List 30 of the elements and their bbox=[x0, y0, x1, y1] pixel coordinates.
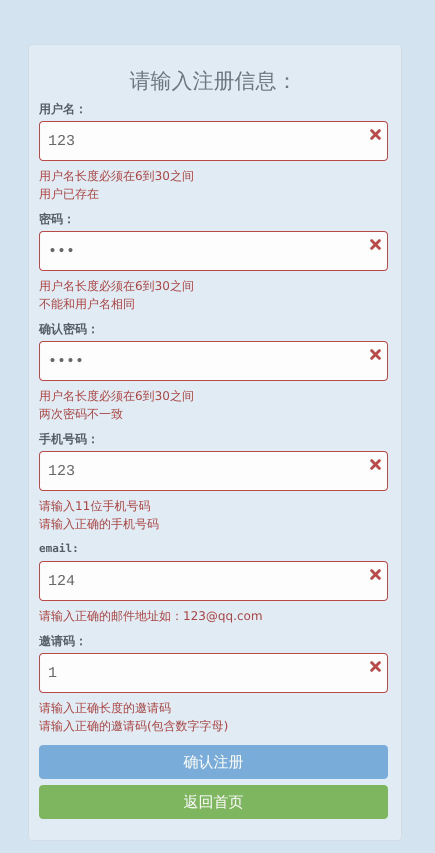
field-label: 密码： bbox=[39, 211, 76, 227]
field-label: 邀请码： bbox=[39, 633, 88, 649]
error-x-icon bbox=[370, 459, 381, 470]
input-field[interactable]: ••• bbox=[39, 231, 388, 271]
error-x-icon bbox=[370, 239, 381, 250]
input-field[interactable]: •••• bbox=[39, 341, 388, 381]
error-message: 用户已存在 bbox=[39, 186, 100, 203]
error-message: 用户名长度必须在6到30之间 bbox=[39, 168, 195, 185]
field-label: email: bbox=[39, 541, 80, 557]
field-label: 用户名： bbox=[39, 101, 88, 117]
error-x-icon bbox=[370, 129, 381, 140]
error-x-icon bbox=[370, 569, 381, 580]
input-field[interactable]: 123 bbox=[39, 121, 388, 161]
error-message: 用户名长度必须在6到30之间 bbox=[39, 388, 195, 405]
error-message: 请输入正确的手机号码 bbox=[39, 516, 160, 533]
error-x-icon bbox=[370, 349, 381, 360]
error-message: 请输入正确的邀请码(包含数字字母) bbox=[39, 718, 230, 735]
error-message: 请输入正确的邮件地址如：123@qq.com bbox=[39, 608, 264, 625]
error-message: 不能和用户名相同 bbox=[39, 296, 136, 313]
input-field[interactable]: 123 bbox=[39, 451, 388, 491]
input-field[interactable]: 124 bbox=[39, 561, 388, 601]
form-title: 请输入注册信息： bbox=[128, 68, 298, 95]
error-message: 请输入11位手机号码 bbox=[39, 498, 152, 515]
error-message: 用户名长度必须在6到30之间 bbox=[39, 278, 195, 295]
error-x-icon bbox=[370, 661, 381, 672]
error-message: 请输入正确长度的邀请码 bbox=[39, 700, 172, 717]
field-label: 手机号码： bbox=[39, 431, 100, 447]
field-label: 确认密码： bbox=[39, 321, 100, 337]
input-field[interactable]: 1 bbox=[39, 653, 388, 693]
error-message: 两次密码不一致 bbox=[39, 406, 124, 423]
